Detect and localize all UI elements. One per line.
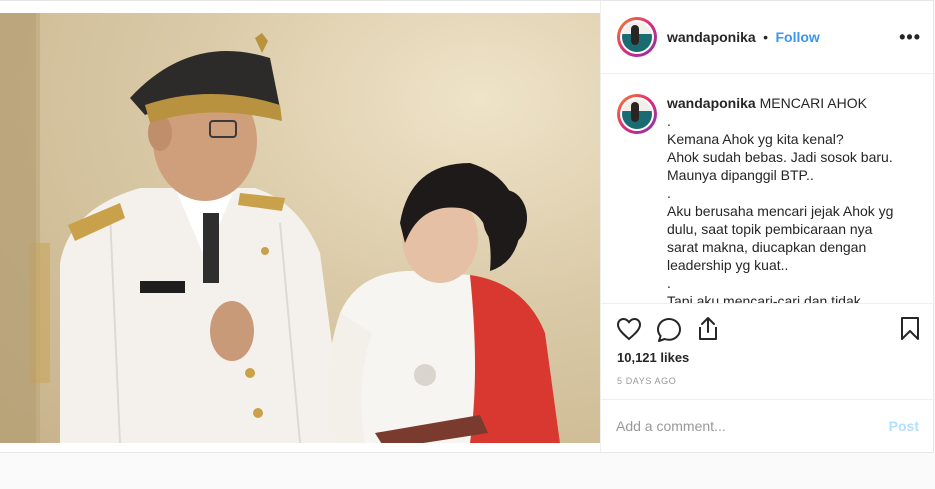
caption-username[interactable]: wandaponika (667, 95, 756, 111)
share-icon[interactable] (696, 316, 720, 342)
caption-line: . (667, 185, 671, 201)
bookmark-icon[interactable] (899, 316, 921, 342)
caption-line: MENCARI AHOK (759, 95, 867, 111)
caption-line: Tapi aku mencari-cari dan tidak (667, 293, 861, 304)
caption-line: Ahok sudah bebas. Jadi sosok baru. (667, 149, 893, 165)
likes-count[interactable]: 10,121 likes (617, 350, 689, 365)
caption-line: Aku berusaha mencari jejak Ahok yg (667, 203, 894, 219)
caption-line: dulu, saat topik pembicaraan nya (667, 221, 873, 237)
post-comment-button[interactable]: Post (889, 418, 919, 434)
comment-bar: Post (601, 399, 935, 453)
avatar[interactable] (617, 17, 657, 57)
caption-line: . (667, 275, 671, 291)
post-timestamp[interactable]: 5 DAYS AGO (617, 376, 676, 386)
post-header: wandaponika • Follow ••• (601, 1, 935, 74)
header-user-line: wandaponika • Follow (667, 29, 820, 47)
caption-text: wandaponika MENCARI AHOK . Kemana Ahok y… (667, 94, 917, 304)
header-separator: • (763, 29, 769, 45)
comment-icon[interactable] (656, 317, 682, 343)
caption-avatar[interactable] (617, 94, 657, 134)
instagram-post: wandaponika • Follow ••• wandaponika MEN… (0, 0, 935, 453)
follow-button[interactable]: Follow (776, 29, 820, 45)
comment-input[interactable] (616, 415, 866, 437)
more-options-icon[interactable]: ••• (899, 27, 921, 48)
caption-area: wandaponika MENCARI AHOK . Kemana Ahok y… (601, 74, 935, 304)
header-username[interactable]: wandaponika (667, 29, 756, 45)
caption-line: . (667, 113, 671, 129)
caption-line: Kemana Ahok yg kita kenal? (667, 131, 844, 147)
post-photo[interactable] (0, 13, 600, 443)
caption-line: sarat makna, diucapkan dengan (667, 239, 867, 255)
caption-line: leadership yg kuat.. (667, 257, 789, 273)
heart-icon[interactable] (616, 317, 642, 341)
action-bar (601, 305, 935, 350)
post-side-panel: wandaponika • Follow ••• wandaponika MEN… (600, 1, 935, 452)
caption-line: Maunya dipanggil BTP.. (667, 167, 814, 183)
